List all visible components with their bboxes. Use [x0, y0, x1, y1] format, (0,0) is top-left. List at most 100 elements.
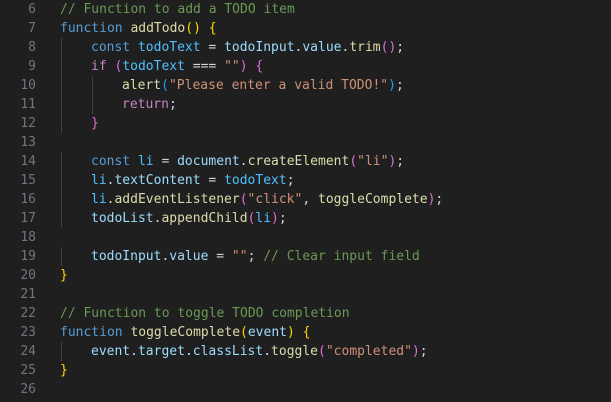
- code-line[interactable]: todoInput.value = ""; // Clear input fie…: [91, 247, 420, 266]
- code-line[interactable]: if (todoText === "") {: [91, 57, 263, 76]
- code-token: (: [161, 78, 169, 93]
- code-line[interactable]: // Function to add a TODO item: [60, 0, 295, 19]
- code-token: ;: [278, 211, 287, 226]
- code-token: ): [271, 211, 279, 226]
- code-line[interactable]: }: [60, 266, 68, 285]
- code-line[interactable]: const todoText = todoInput.value.trim();: [91, 38, 404, 57]
- code-token: const: [91, 154, 138, 169]
- indent-guide: [61, 190, 62, 209]
- code-token: event: [247, 325, 287, 340]
- code-token: value: [302, 40, 342, 55]
- code-token: alert: [122, 78, 162, 93]
- code-line[interactable]: return;: [122, 95, 177, 114]
- code-token: todoInput: [224, 40, 295, 55]
- line-number: 17: [20, 211, 36, 226]
- code-token: (: [239, 192, 248, 207]
- code-token: todoList: [91, 211, 154, 226]
- code-token: // Function to add a TODO item: [60, 2, 295, 17]
- code-token: "click": [247, 192, 303, 207]
- code-token: }: [60, 268, 68, 283]
- code-token: addEventListener: [114, 192, 240, 207]
- code-token: createElement: [247, 154, 350, 169]
- code-token: (): [380, 40, 397, 55]
- line-number: 10: [20, 78, 36, 93]
- code-token: // Clear input field: [263, 249, 420, 264]
- code-area[interactable]: // Function to add a TODO item function a…: [60, 0, 611, 402]
- code-token: }: [60, 363, 68, 378]
- code-token: li: [91, 173, 107, 188]
- code-line[interactable]: event.target.classList.toggle("completed…: [91, 342, 428, 361]
- code-line[interactable]: }: [91, 114, 99, 133]
- code-token: =: [200, 40, 225, 55]
- line-number: 18: [20, 230, 36, 245]
- code-token: target: [137, 344, 185, 359]
- indent-guide: [92, 95, 93, 114]
- line-number: 16: [20, 192, 36, 207]
- code-token: .: [263, 344, 272, 359]
- code-token: textContent: [114, 173, 201, 188]
- indent-guide: [61, 76, 62, 95]
- line-number: 14: [20, 154, 36, 169]
- code-token: "li": [357, 154, 389, 169]
- code-token: // Function to toggle TODO completion: [60, 306, 350, 321]
- code-token: trim: [349, 40, 381, 55]
- code-line[interactable]: function addTodo() {: [60, 19, 217, 38]
- code-token: }: [91, 116, 99, 131]
- code-token: ;: [168, 97, 177, 112]
- code-token: (: [349, 154, 358, 169]
- code-line[interactable]: // Function to toggle TODO completion: [60, 304, 350, 323]
- line-number: 13: [20, 135, 36, 150]
- code-token: return: [122, 97, 169, 112]
- indent-guide: [61, 342, 62, 361]
- code-token: li: [255, 211, 272, 226]
- code-token: .: [184, 344, 193, 359]
- indent-guide: [61, 152, 62, 171]
- indent-guide: [61, 57, 62, 76]
- code-token: "": [224, 59, 240, 74]
- code-line[interactable]: function toggleComplete(event) {: [60, 323, 310, 342]
- code-token: ): [239, 59, 248, 74]
- code-token: toggleComplete: [318, 192, 428, 207]
- code-token: "": [231, 249, 248, 264]
- code-token: classList: [192, 344, 264, 359]
- code-token: appendChild: [161, 211, 248, 226]
- code-token: ;: [247, 249, 264, 264]
- code-token: value: [169, 249, 209, 264]
- code-token: ): [388, 78, 396, 93]
- indent-guide: [61, 247, 62, 266]
- code-line[interactable]: li.addEventListener("click", toggleCompl…: [91, 190, 443, 209]
- indent-guide: [92, 76, 93, 95]
- indent-guide: [61, 38, 62, 57]
- indent-guide: [61, 95, 62, 114]
- line-number: 6: [28, 2, 36, 17]
- code-token: ): [411, 344, 420, 359]
- code-line[interactable]: alert("Please enter a valid TODO!");: [122, 76, 404, 95]
- code-token: document: [177, 154, 240, 169]
- code-line[interactable]: todoList.appendChild(li);: [91, 209, 287, 228]
- indent-guide: [61, 209, 62, 228]
- code-token: (: [318, 344, 326, 359]
- line-number: 8: [28, 40, 36, 55]
- code-line[interactable]: const li = document.createElement("li");: [91, 152, 404, 171]
- line-number: 12: [20, 116, 36, 131]
- code-token: .: [239, 154, 248, 169]
- line-number: 23: [20, 325, 36, 340]
- code-line[interactable]: li.textContent = todoText;: [91, 171, 295, 190]
- line-number: 9: [28, 59, 36, 74]
- code-editor[interactable]: 6 7 8 9 10 11 12 13 14 15 16 17 18 19 20 21 22 23 24 25 26 /…: [0, 0, 611, 402]
- code-token: (: [240, 325, 248, 340]
- line-number: 19: [20, 249, 36, 264]
- code-line[interactable]: }: [60, 361, 68, 380]
- code-token: if: [91, 59, 115, 74]
- line-number: 22: [20, 306, 36, 321]
- code-token: {: [255, 59, 264, 74]
- line-number: 20: [20, 268, 36, 283]
- code-token: li: [137, 154, 154, 169]
- code-token: ,: [302, 192, 318, 207]
- code-token: =: [200, 173, 225, 188]
- code-token: event: [91, 344, 131, 359]
- line-number: 7: [28, 21, 36, 36]
- line-number: 26: [20, 382, 36, 397]
